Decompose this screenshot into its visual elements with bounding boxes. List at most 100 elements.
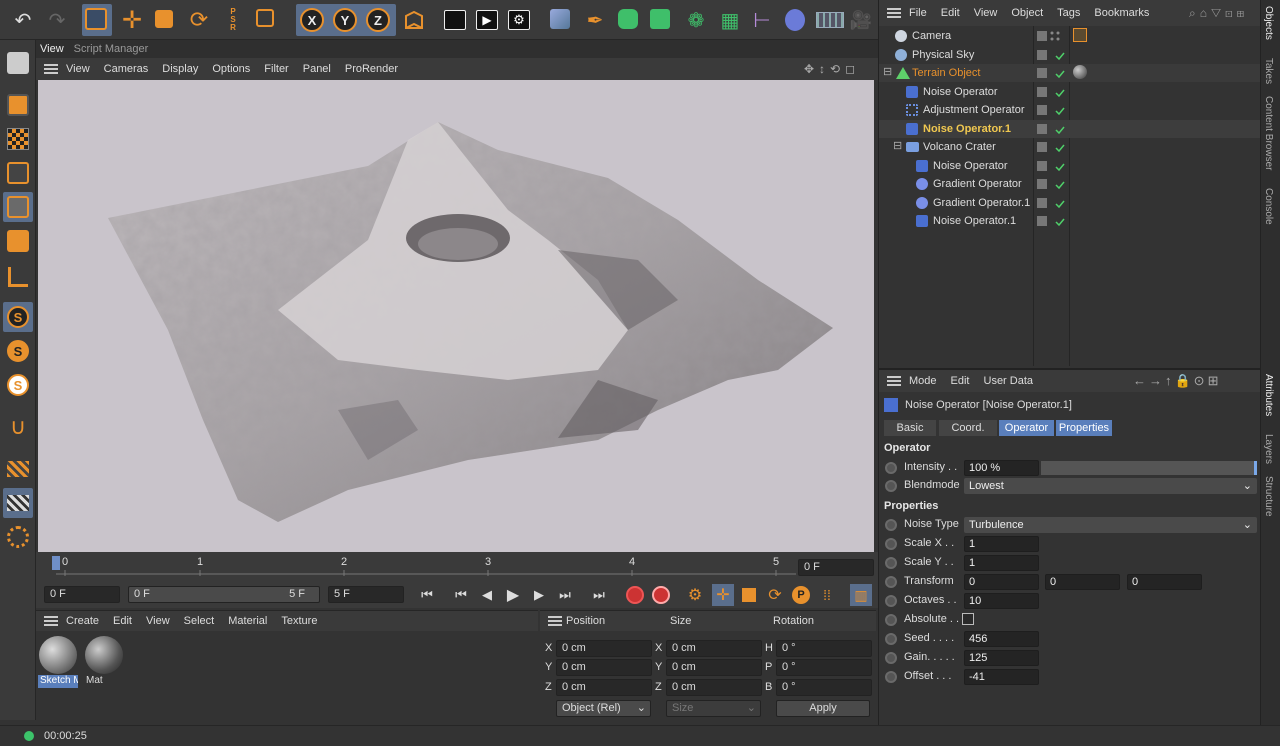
viewport-nav-icons[interactable]: ✥↕⟲◻ <box>804 62 860 76</box>
rotate-button[interactable]: ⟳ <box>184 4 214 36</box>
octaves-field[interactable]: 10 <box>964 593 1039 609</box>
collapse-icon[interactable]: ⊟ <box>893 139 902 152</box>
object-row-adjustment-operator[interactable]: Adjustment Operator <box>879 101 1261 119</box>
timeline-window-button[interactable]: ▥ <box>850 584 872 606</box>
coord-mode-dropdown[interactable]: Object (Rel) ⌄ <box>556 700 651 717</box>
cloner-button[interactable]: ▦ <box>714 4 744 36</box>
start-frame-field[interactable]: 0 F <box>44 586 120 603</box>
menu-prorender[interactable]: ProRender <box>345 63 398 75</box>
animate-dot[interactable] <box>885 576 897 588</box>
hamburger-icon[interactable] <box>548 616 562 626</box>
absolute-checkbox[interactable] <box>962 613 974 625</box>
animate-dot[interactable] <box>885 519 897 531</box>
locked-workplane-button[interactable] <box>3 488 33 518</box>
next-frame-button[interactable]: ▶ <box>528 584 550 606</box>
next-key-button[interactable]: ⏭ <box>554 584 576 606</box>
pos-z-field[interactable]: 0 cm <box>556 679 652 696</box>
animate-dot[interactable] <box>885 462 897 474</box>
transform-z-field[interactable]: 0 <box>1127 574 1202 590</box>
snap-enable-button[interactable]: S <box>3 302 33 332</box>
key-pla-button[interactable]: ⁞⁞ <box>816 584 838 606</box>
x-axis-button[interactable]: X <box>300 8 324 32</box>
intensity-field[interactable]: 100 % <box>964 460 1039 476</box>
attr-menu-user-data[interactable]: User Data <box>984 375 1034 387</box>
object-row-gradient-operator-1[interactable]: Gradient Operator.1 <box>879 194 1261 212</box>
camera-button[interactable]: 🎥 <box>846 4 876 36</box>
mat-menu-select[interactable]: Select <box>184 615 215 627</box>
material-swatch-sketch[interactable]: Sketch M <box>38 635 78 689</box>
workplane-button[interactable] <box>3 454 33 484</box>
tab-script-manager[interactable]: Script Manager <box>74 43 149 55</box>
obj-menu-edit[interactable]: Edit <box>941 7 960 19</box>
intensity-slider[interactable] <box>1041 461 1257 475</box>
hamburger-icon[interactable] <box>887 376 901 386</box>
render-view-button[interactable] <box>440 4 470 36</box>
blendmode-dropdown[interactable]: Lowest ⌄ <box>964 478 1257 494</box>
prev-key-button[interactable]: ⏮ <box>450 584 472 606</box>
object-row-noise-operator[interactable]: Noise Operator <box>879 83 1261 101</box>
animate-dot[interactable] <box>885 671 897 683</box>
object-row-noise-operator-1[interactable]: Noise Operator.1 <box>879 120 1261 138</box>
obj-menu-view[interactable]: View <box>974 7 998 19</box>
obj-menu-file[interactable]: File <box>909 7 927 19</box>
object-row-terrain[interactable]: ⊟ Terrain Object <box>879 64 1261 82</box>
z-axis-button[interactable]: Z <box>366 8 390 32</box>
size-z-field[interactable]: 0 cm <box>666 679 762 696</box>
hamburger-icon[interactable] <box>887 8 901 18</box>
go-to-start-button[interactable]: ⏮ <box>416 584 438 606</box>
side-tab-console[interactable]: Console <box>1263 188 1274 225</box>
play-button[interactable]: ▶ <box>502 584 524 606</box>
extrude-button[interactable] <box>646 4 676 36</box>
rot-h-field[interactable]: 0 ° <box>776 640 872 657</box>
apply-button[interactable]: Apply <box>776 700 870 717</box>
tab-basic[interactable]: Basic <box>884 420 936 436</box>
object-row-physical-sky[interactable]: Physical Sky <box>879 46 1261 64</box>
offset-field[interactable]: -41 <box>964 669 1039 685</box>
side-tab-content-browser[interactable]: Content Browser <box>1263 96 1274 170</box>
tab-operator[interactable]: Operator <box>999 420 1054 436</box>
key-position-button[interactable]: ✛ <box>712 584 734 606</box>
animate-dot[interactable] <box>885 595 897 607</box>
object-visibility-column[interactable] <box>1037 27 1067 231</box>
psr-button[interactable]: PSR <box>218 4 248 36</box>
attr-menu-edit[interactable]: Edit <box>951 375 970 387</box>
size-x-field[interactable]: 0 cm <box>666 640 762 657</box>
end-frame-field[interactable]: 5 F <box>328 586 404 603</box>
model-mode-button[interactable] <box>3 48 33 78</box>
hamburger-icon[interactable] <box>44 64 58 74</box>
live-select-button[interactable] <box>82 4 112 36</box>
gain-field[interactable]: 125 <box>964 650 1039 666</box>
pos-y-field[interactable]: 0 cm <box>556 659 652 676</box>
keyframe-selection-button[interactable]: ⚙ <box>684 584 706 606</box>
rot-p-field[interactable]: 0 ° <box>776 659 872 676</box>
side-tab-structure[interactable]: Structure <box>1263 476 1274 517</box>
polygons-mode-button[interactable] <box>3 226 33 256</box>
record-button[interactable] <box>624 584 646 606</box>
menu-panel[interactable]: Panel <box>303 63 331 75</box>
go-to-end-button[interactable]: ⏭ <box>588 584 610 606</box>
mat-menu-view[interactable]: View <box>146 615 170 627</box>
key-parameter-button[interactable]: P <box>790 584 812 606</box>
menu-cameras[interactable]: Cameras <box>104 63 149 75</box>
object-row-volcano-crater[interactable]: ⊟ Volcano Crater <box>879 138 1261 156</box>
array-button[interactable]: ❁ <box>680 4 710 36</box>
timeline[interactable]: 0 1 2 3 4 5 0 F <box>36 552 878 582</box>
obj-menu-bookmarks[interactable]: Bookmarks <box>1094 7 1149 19</box>
menu-options[interactable]: Options <box>212 63 250 75</box>
subdivision-button[interactable] <box>614 4 644 36</box>
animate-dot[interactable] <box>885 652 897 664</box>
tab-properties[interactable]: Properties <box>1056 420 1112 436</box>
object-row-crater-noise-operator[interactable]: Noise Operator <box>879 157 1261 175</box>
render-picture-viewer-button[interactable]: ▶ <box>472 4 502 36</box>
mat-menu-create[interactable]: Create <box>66 615 99 627</box>
field-button[interactable] <box>780 4 810 36</box>
axis-mode-button[interactable] <box>3 262 33 292</box>
object-row-camera[interactable]: Camera <box>879 27 1261 45</box>
render-settings-button[interactable]: ⚙ <box>504 4 534 36</box>
animate-dot[interactable] <box>885 633 897 645</box>
world-coords-button[interactable] <box>398 4 428 36</box>
attribute-nav-icons[interactable]: ←→↑🔒⊙⊞ <box>1133 373 1221 389</box>
snap-workplane-button[interactable]: S <box>3 370 33 400</box>
tab-coord[interactable]: Coord. <box>939 420 997 436</box>
pen-button[interactable]: ✒ <box>580 4 610 36</box>
